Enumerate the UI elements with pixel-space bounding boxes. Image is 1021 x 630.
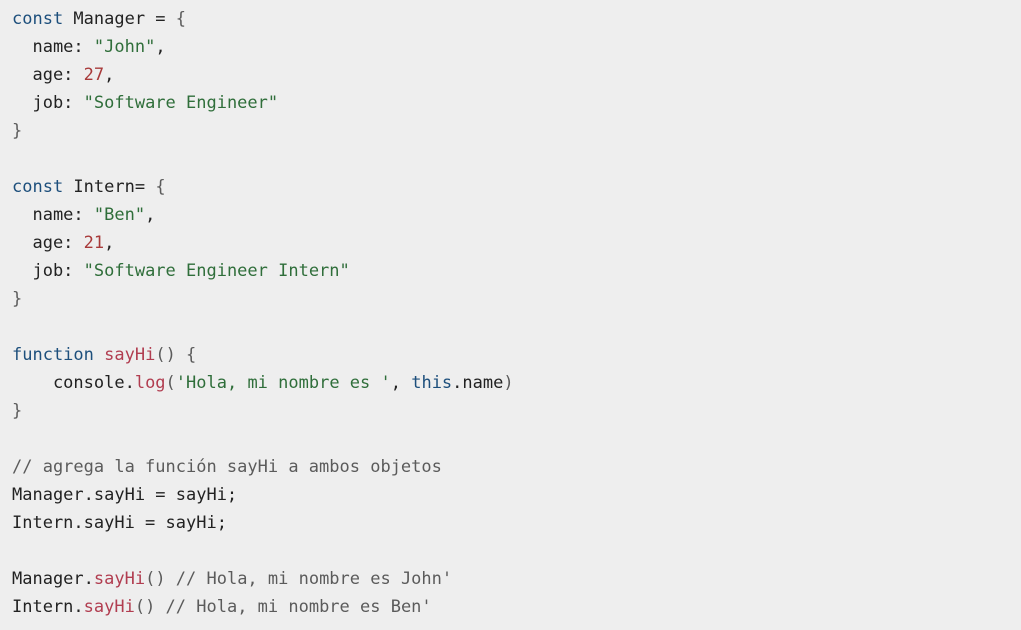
code-token-comment: // agrega la función sayHi a ambos objet… — [12, 457, 442, 477]
code-token-plain: , — [390, 373, 412, 393]
code-line: ​ — [12, 537, 1021, 565]
code-token-plain: job: — [12, 261, 84, 281]
code-line: age: 21, — [12, 229, 1021, 257]
code-line: job: "Software Engineer" — [12, 89, 1021, 117]
code-token-punct: ( — [165, 373, 176, 393]
code-token-plain: , — [145, 205, 156, 225]
code-token-number: 21 — [83, 233, 105, 253]
code-token-plain: Manager.sayHi = sayHi; — [12, 485, 238, 505]
code-token-punct: } — [12, 289, 23, 309]
code-line: } — [12, 285, 1021, 313]
code-token-keyword: const — [12, 9, 64, 29]
code-token-plain: .name — [452, 373, 504, 393]
code-token-comment: () // Hola, mi nombre es Ben' — [134, 597, 432, 617]
code-token-plain: name: — [12, 205, 94, 225]
code-token-plain: Manager = — [63, 9, 176, 29]
code-block: const Manager = { name: "John", age: 27,… — [0, 0, 1021, 630]
code-line: // agrega la función sayHi a ambos objet… — [12, 453, 1021, 481]
code-token-string: 'Hola, mi nombre es ' — [175, 373, 391, 393]
code-line: name: "John", — [12, 33, 1021, 61]
code-line: const Intern= { — [12, 173, 1021, 201]
code-token-plain: , — [104, 65, 115, 85]
code-token-keyword: const — [12, 177, 64, 197]
code-token-comment: () // Hola, mi nombre es John' — [145, 569, 453, 589]
code-token-string: "John" — [93, 37, 156, 57]
code-line: function sayHi() { — [12, 341, 1021, 369]
code-line: console.log('Hola, mi nombre es ', this.… — [12, 369, 1021, 397]
code-line: job: "Software Engineer Intern" — [12, 257, 1021, 285]
code-token-keyword: this — [411, 373, 453, 393]
code-line: ​ — [12, 145, 1021, 173]
code-token-func: log — [134, 373, 166, 393]
code-token-string: "Ben" — [93, 205, 146, 225]
code-line: name: "Ben", — [12, 201, 1021, 229]
code-line: Intern.sayHi() // Hola, mi nombre es Ben… — [12, 593, 1021, 621]
code-line: Intern.sayHi = sayHi; — [12, 509, 1021, 537]
code-line: Manager.sayHi() // Hola, mi nombre es Jo… — [12, 565, 1021, 593]
code-line: Manager.sayHi = sayHi; — [12, 481, 1021, 509]
code-line: } — [12, 397, 1021, 425]
code-token-number: 27 — [83, 65, 105, 85]
code-token-keyword: function — [12, 345, 94, 365]
code-token-plain: job: — [12, 93, 84, 113]
code-token-plain: console. — [12, 373, 135, 393]
code-token-punct: () { — [155, 345, 197, 365]
code-token-string: "Software Engineer Intern" — [83, 261, 350, 281]
code-token-plain: Manager. — [12, 569, 94, 589]
code-token-plain: name: — [12, 37, 94, 57]
code-token-func: sayHi — [93, 569, 146, 589]
code-line: const Manager = { — [12, 5, 1021, 33]
code-token-punct: } — [12, 121, 23, 141]
code-line: ​ — [12, 313, 1021, 341]
code-token-plain: , — [104, 233, 115, 253]
code-token-punct: } — [12, 401, 23, 421]
code-token-func: sayHi — [104, 345, 156, 365]
code-token-plain: Intern= — [63, 177, 156, 197]
code-token-plain: age: — [12, 233, 84, 253]
code-line: } — [12, 117, 1021, 145]
code-line: age: 27, — [12, 61, 1021, 89]
code-token-plain: , — [155, 37, 166, 57]
code-token-punct: { — [155, 177, 166, 197]
code-token-plain: Intern.sayHi = sayHi; — [12, 513, 227, 533]
code-token-plain: Intern. — [12, 597, 84, 617]
code-line: ​ — [12, 425, 1021, 453]
code-token-string: "Software Engineer" — [83, 93, 279, 113]
code-token-func: sayHi — [83, 597, 135, 617]
code-token-plain: age: — [12, 65, 84, 85]
code-token-punct: ) — [503, 373, 514, 393]
code-token-punct: { — [175, 9, 187, 29]
